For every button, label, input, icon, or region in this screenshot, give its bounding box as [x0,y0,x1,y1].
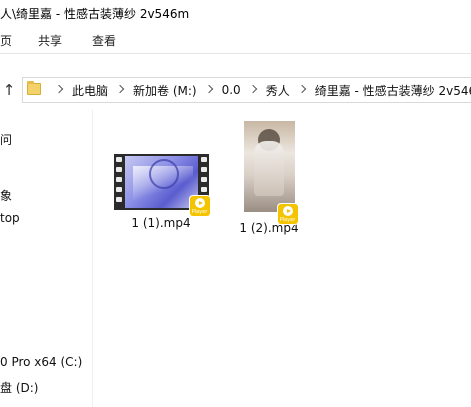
ribbon-tabs: 页 共享 查看 [0,26,471,54]
player-badge-icon: Player [189,196,210,216]
address-bar[interactable]: 此电脑 新加卷 (M:) 0.0 秀人 绮里嘉 - 性感古装薄纱 2v546m [22,77,471,103]
tab-home[interactable]: 页 [0,32,12,49]
video-thumbnail-icon: Player [243,121,298,224]
nav-item-objects[interactable]: 象 [0,187,12,204]
chevron-right-icon[interactable] [299,85,306,95]
folder-icon [27,81,41,95]
chevron-right-icon[interactable] [56,85,63,95]
nav-item-drive-d[interactable]: 盘 (D:) [0,379,38,396]
title-bar: 人\绮里嘉 - 性感古装薄纱 2v546m [0,0,471,26]
navigation-pane: 问 象 top 0 Pro x64 (C:) 盘 (D:) [0,110,90,407]
up-arrow-icon[interactable]: ↑ [2,81,16,99]
chevron-right-icon[interactable] [206,85,213,95]
window-title: 人\绮里嘉 - 性感古装薄纱 2v546m [0,7,190,21]
chevron-right-icon[interactable] [117,85,124,95]
chevron-right-icon[interactable] [250,85,257,95]
file-item[interactable]: Player 1 (2).mp4 [219,121,319,235]
video-frame [124,156,198,208]
tab-share[interactable]: 共享 [38,32,62,49]
address-row: ↑ 此电脑 新加卷 (M:) 0.0 秀人 绮里嘉 - 性感古装薄纱 2v546… [0,70,471,110]
video-thumbnail-icon: Player [113,154,210,216]
nav-item-quick-access[interactable]: 问 [0,131,12,148]
crumb-drive-m[interactable]: 新加卷 (M:) [133,82,197,99]
crumb-current-folder[interactable]: 绮里嘉 - 性感古装薄纱 2v546m [315,82,471,99]
crumb-this-pc[interactable]: 此电脑 [72,82,108,99]
file-item[interactable]: Player 1 (1).mp4 [111,154,211,230]
file-name: 1 (2).mp4 [239,221,299,235]
video-frame [243,121,295,212]
nav-item-drive-c[interactable]: 0 Pro x64 (C:) [0,355,82,369]
tab-view[interactable]: 查看 [92,32,116,49]
player-badge-icon: Player [277,204,298,224]
nav-item-desktop[interactable]: top [0,211,20,225]
breadcrumb: 此电脑 新加卷 (M:) 0.0 秀人 绮里嘉 - 性感古装薄纱 2v546m [47,78,471,102]
crumb-folder-xiuren[interactable]: 秀人 [266,82,290,99]
file-list: Player 1 (1).mp4 Player 1 (2).mp4 [93,110,471,407]
crumb-folder-0-0[interactable]: 0.0 [222,83,241,97]
file-name: 1 (1).mp4 [131,216,191,230]
